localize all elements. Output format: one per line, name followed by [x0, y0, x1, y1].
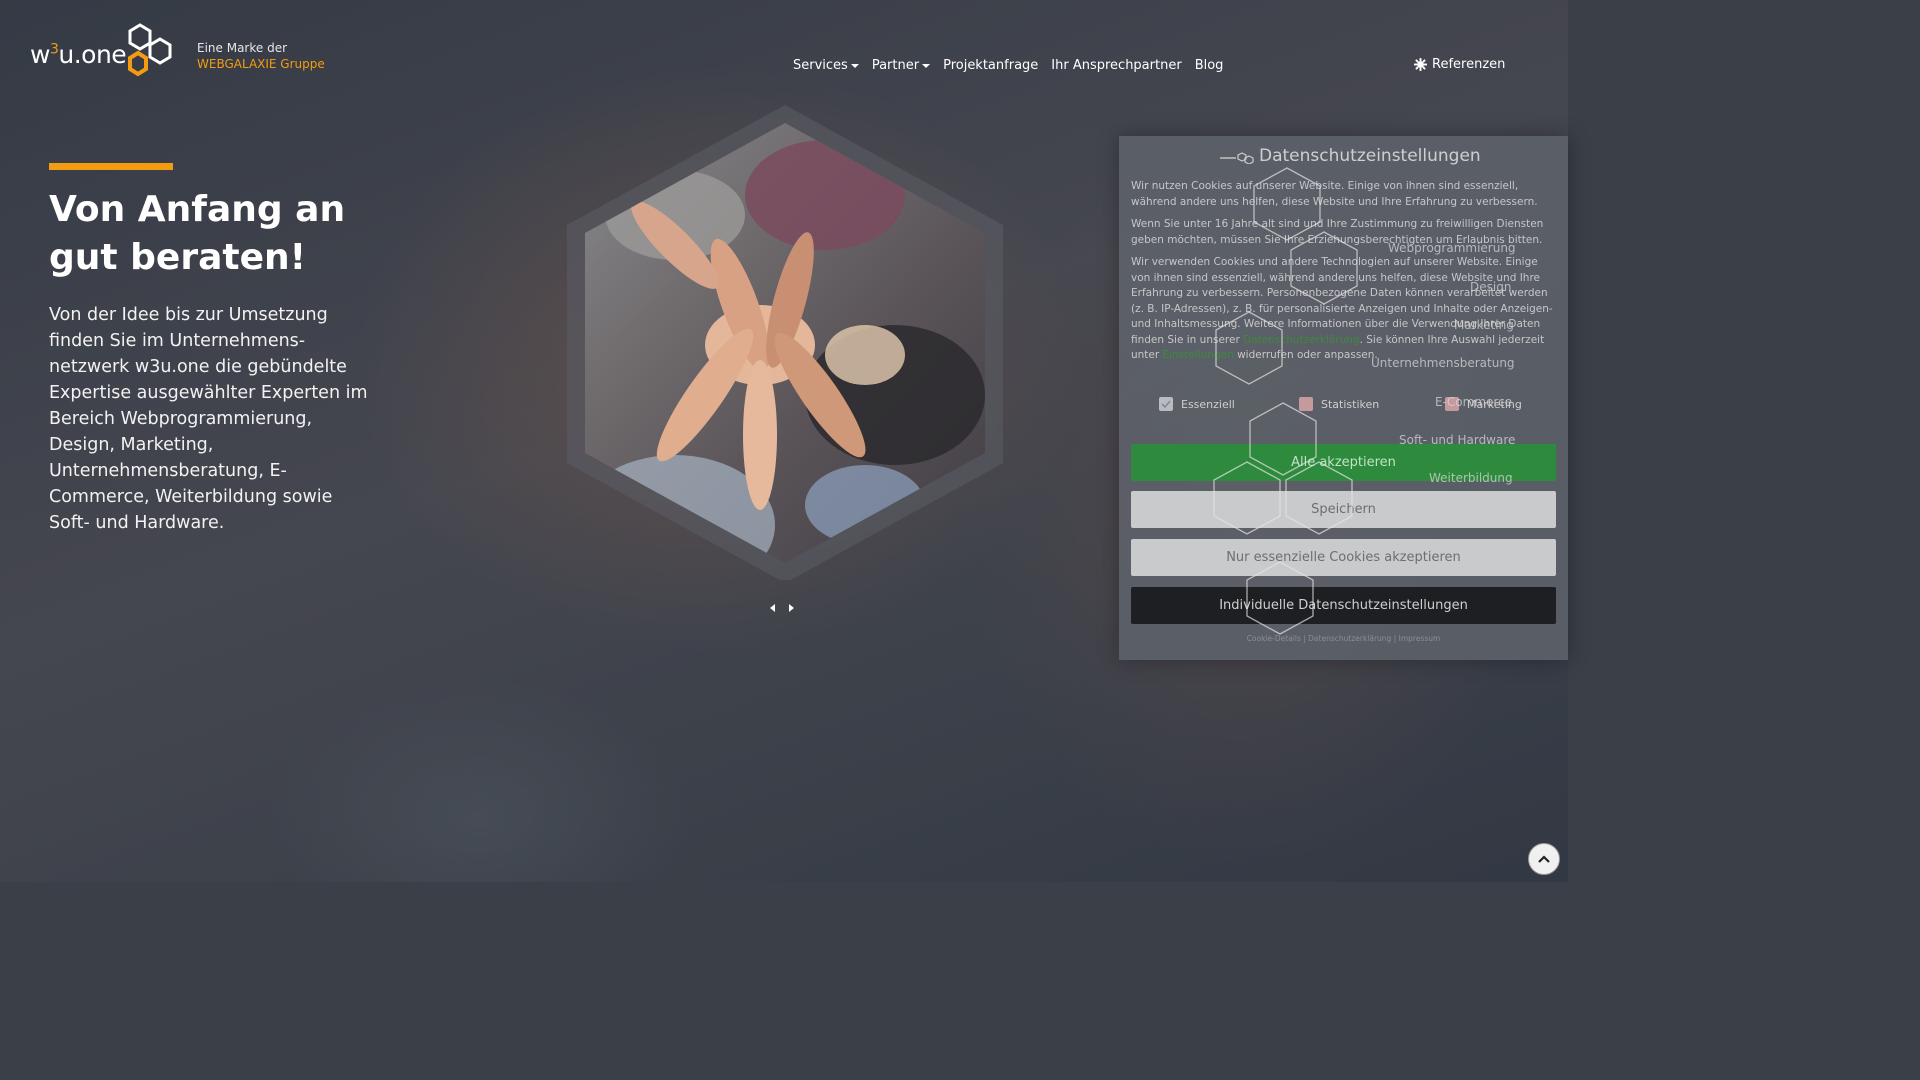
- footer-separator: |: [1391, 634, 1399, 643]
- hero-hexagon-image: [565, 105, 1005, 583]
- nav-ansprechpartner[interactable]: Ihr Ansprechpartner: [1051, 58, 1181, 73]
- brand-tagline: Eine Marke der WEBGALAXIE Gruppe: [197, 40, 325, 72]
- caret-down-icon: [850, 63, 859, 68]
- nav-partner-label: Partner: [871, 58, 920, 73]
- referenzen-link[interactable]: Referenzen: [1414, 57, 1505, 72]
- nav-services-label: Services: [793, 58, 848, 73]
- slider-prev-icon[interactable]: [770, 604, 775, 612]
- service-unternehmensberatung: Unternehmensberatung: [1371, 356, 1515, 370]
- brand-tagline-1: Eine Marke der: [197, 41, 288, 55]
- slider-next-icon[interactable]: [789, 604, 794, 612]
- service-weiterbildung: Weiterbildung: [1429, 471, 1513, 485]
- service-soft-hardware: Soft- und Hardware: [1399, 433, 1516, 447]
- imprint-link[interactable]: Impressum: [1399, 634, 1441, 643]
- nav-projektanfrage[interactable]: Projektanfrage: [943, 58, 1038, 73]
- accent-bar: [49, 163, 173, 170]
- service-design: Design: [1470, 280, 1512, 294]
- chevron-up-icon: [1538, 855, 1550, 863]
- hero-text: Von der Idee bis zur Umsetzung finden Si…: [49, 305, 368, 533]
- check-icon: [1161, 400, 1171, 409]
- nav-partner[interactable]: Partner: [871, 58, 931, 73]
- hexagon-overlay-decoration: [1213, 167, 1358, 635]
- hands-together-image: [567, 105, 1003, 583]
- hero-title: Von Anfang an gut beraten!: [49, 189, 346, 278]
- service-ecommerce: E-Commerce: [1435, 395, 1513, 409]
- nav-blog[interactable]: Blog: [1195, 58, 1224, 73]
- referenzen-label: Referenzen: [1432, 57, 1506, 72]
- slider-arrows: [770, 604, 794, 612]
- logo-text-a: w: [30, 39, 50, 69]
- caret-down-icon: [922, 63, 931, 68]
- logo[interactable]: w3u.one: [30, 23, 180, 81]
- service-webprogrammierung: Webprogrammierung: [1388, 241, 1516, 255]
- logo-text: w3u.one: [30, 39, 127, 69]
- service-marketing: Marketing: [1454, 318, 1514, 332]
- gear-icon: [1414, 58, 1427, 71]
- logo-hexagon-icon: [128, 23, 172, 77]
- brand-tagline-2[interactable]: WEBGALAXIE Gruppe: [197, 56, 325, 72]
- main-nav: Services Partner Projektanfrage Ihr Ansp…: [793, 58, 1223, 73]
- checkbox-essenziell-box[interactable]: [1159, 397, 1173, 411]
- scroll-top-button[interactable]: [1528, 843, 1560, 875]
- nav-services[interactable]: Services: [793, 58, 859, 73]
